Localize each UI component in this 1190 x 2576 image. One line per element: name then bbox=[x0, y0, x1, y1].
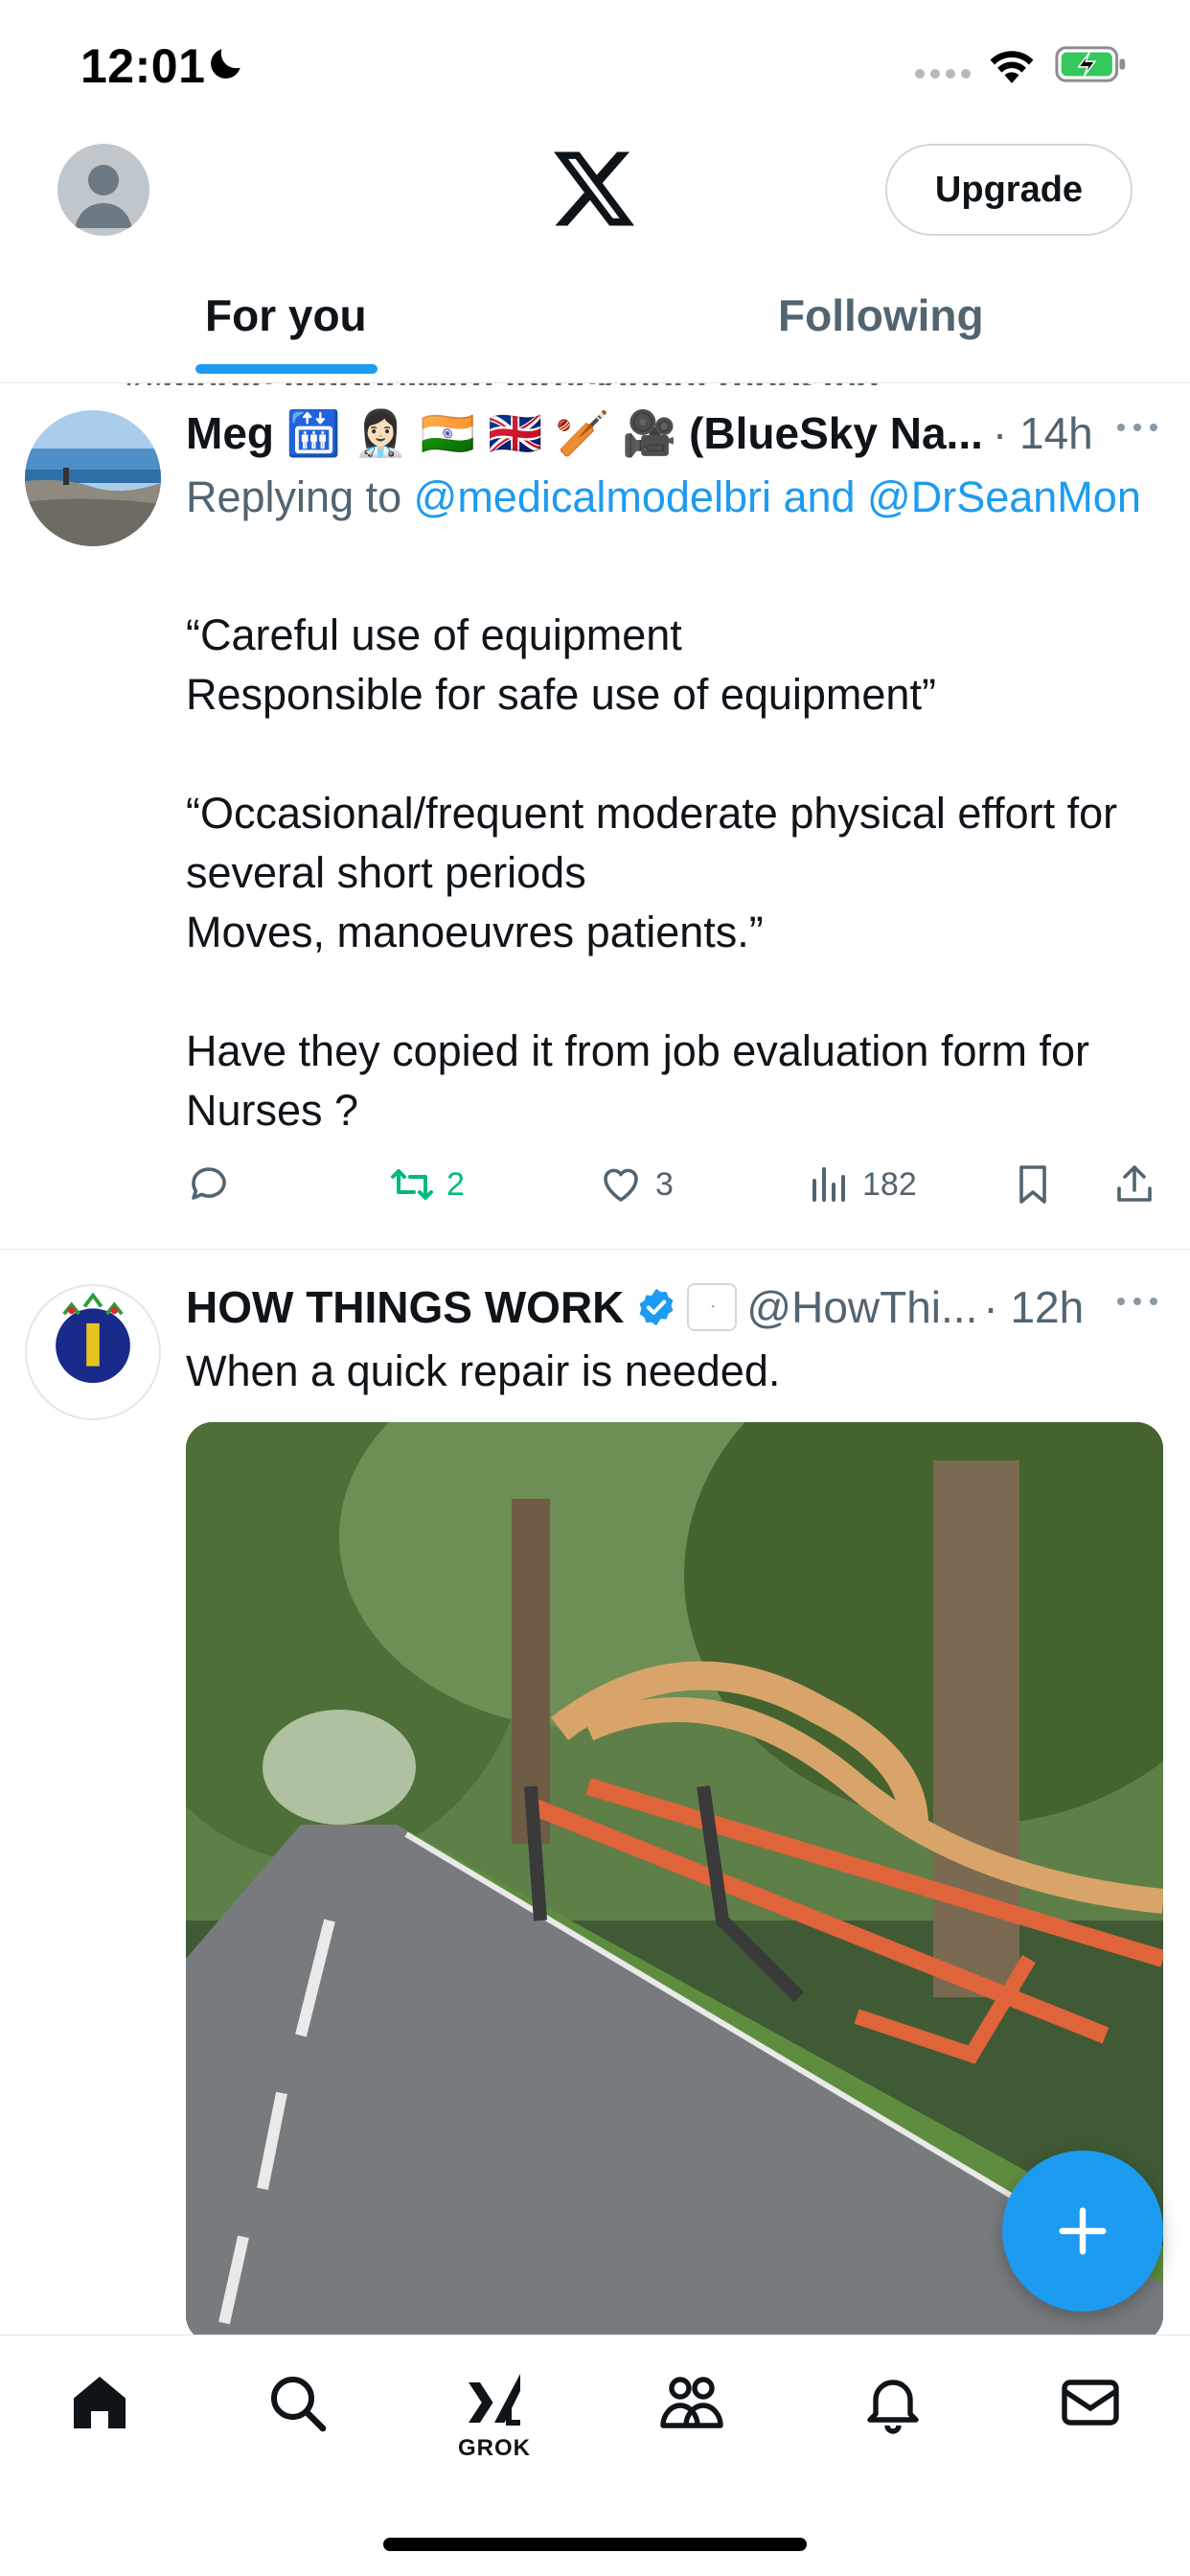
upgrade-button[interactable]: Upgrade bbox=[885, 144, 1133, 236]
views-button[interactable]: 182 bbox=[805, 1156, 917, 1213]
status-time: 12:01 bbox=[80, 39, 206, 93]
communities-icon bbox=[660, 2377, 723, 2428]
views-chart-icon bbox=[812, 1167, 845, 1202]
nav-home[interactable] bbox=[33, 2368, 167, 2483]
nav-messages[interactable] bbox=[1023, 2368, 1157, 2483]
author-avatar[interactable] bbox=[25, 410, 161, 546]
tweet-time: · 12h bbox=[983, 1282, 1085, 1332]
nav-notifications[interactable] bbox=[826, 2368, 960, 2483]
reply-button[interactable] bbox=[186, 1156, 243, 1213]
nav-grok[interactable]: GROK bbox=[427, 2368, 561, 2483]
grok-icon bbox=[469, 2374, 520, 2426]
more-options-icon[interactable] bbox=[1113, 1292, 1161, 1311]
affiliate-badge-icon[interactable]: ◔ bbox=[687, 1283, 738, 1331]
tweet-actions: 2 3 182 bbox=[186, 1156, 1163, 1213]
replying-to: Replying to @medicalmodelbri and @DrSean… bbox=[186, 466, 1163, 529]
tweet[interactable]: HOW THINGS WORK ◔ @HowThi... · 12h When … bbox=[0, 1250, 1190, 2342]
wifi-icon bbox=[990, 51, 1034, 83]
header: Upgrade For you Following bbox=[0, 134, 1190, 383]
retweet-count: 2 bbox=[446, 1165, 465, 1203]
status-bar: 12:01 bbox=[0, 0, 1190, 134]
retweet-icon bbox=[391, 1169, 433, 1200]
nav-search[interactable] bbox=[230, 2368, 364, 2483]
x-logo[interactable] bbox=[554, 151, 634, 226]
tweet-header: Meg 🛗 👩🏻‍⚕️ 🇮🇳 🇬🇧 🏏 🎥 (BlueSky Na... · 1… bbox=[186, 404, 1154, 462]
heart-icon bbox=[604, 1168, 638, 1202]
plus-icon bbox=[1059, 2207, 1107, 2255]
like-count: 3 bbox=[655, 1165, 674, 1203]
compose-post-button[interactable] bbox=[1002, 2150, 1163, 2312]
messages-icon bbox=[1062, 2380, 1119, 2426]
replying-to-prefix: Replying to bbox=[186, 472, 414, 521]
moon-icon bbox=[211, 49, 240, 79]
how-things-work-logo bbox=[56, 1292, 130, 1384]
home-icon bbox=[74, 2377, 126, 2428]
author-avatar[interactable] bbox=[25, 1284, 161, 1420]
author-name[interactable]: HOW THINGS WORK bbox=[186, 1281, 624, 1333]
share-icon bbox=[1117, 1165, 1152, 1202]
cellular-signal-icon bbox=[915, 69, 971, 79]
default-avatar-icon bbox=[75, 165, 132, 228]
tweet-time: · 14h bbox=[992, 408, 1093, 458]
bookmark-icon bbox=[1019, 1165, 1046, 1204]
bookmark-button[interactable] bbox=[1010, 1156, 1056, 1213]
beach-photo-avatar bbox=[25, 410, 161, 546]
like-button[interactable]: 3 bbox=[598, 1156, 674, 1213]
timeline-tabs: For you Following bbox=[0, 278, 1190, 383]
verified-badge-icon bbox=[639, 1288, 674, 1326]
tweet[interactable]: Meg 🛗 👩🏻‍⚕️ 🇮🇳 🇬🇧 🏏 🎥 (BlueSky Na... · 1… bbox=[0, 383, 1190, 1250]
active-tab-indicator bbox=[195, 364, 378, 374]
battery-charging-icon bbox=[1055, 46, 1126, 82]
author-handle[interactable]: @HowThi... bbox=[746, 1281, 977, 1333]
nav-communities[interactable] bbox=[625, 2368, 759, 2483]
home-indicator bbox=[383, 2538, 807, 2551]
search-icon bbox=[271, 2377, 327, 2432]
notifications-icon bbox=[867, 2380, 919, 2434]
tweet-header: HOW THINGS WORK ◔ @HowThi... · 12h bbox=[186, 1278, 1154, 1336]
tweet-text: When a quick repair is needed. bbox=[186, 1346, 781, 1395]
tweet-text: “Careful use of equipment Responsible fo… bbox=[186, 610, 1118, 1135]
reply-icon bbox=[192, 1167, 226, 1200]
tab-following[interactable]: Following bbox=[778, 278, 984, 383]
replying-to-mentions[interactable]: @medicalmodelbri and @DrSeanMon bbox=[414, 472, 1141, 521]
view-count: 182 bbox=[862, 1165, 917, 1203]
grok-label: GROK bbox=[458, 2435, 531, 2461]
share-button[interactable] bbox=[1111, 1156, 1157, 1213]
author-name[interactable]: Meg 🛗 👩🏻‍⚕️ 🇮🇳 🇬🇧 🏏 🎥 (BlueSky Na... bbox=[186, 407, 983, 460]
more-options-icon[interactable] bbox=[1113, 418, 1161, 437]
retweet-button[interactable]: 2 bbox=[389, 1156, 465, 1213]
profile-avatar[interactable] bbox=[57, 144, 149, 236]
